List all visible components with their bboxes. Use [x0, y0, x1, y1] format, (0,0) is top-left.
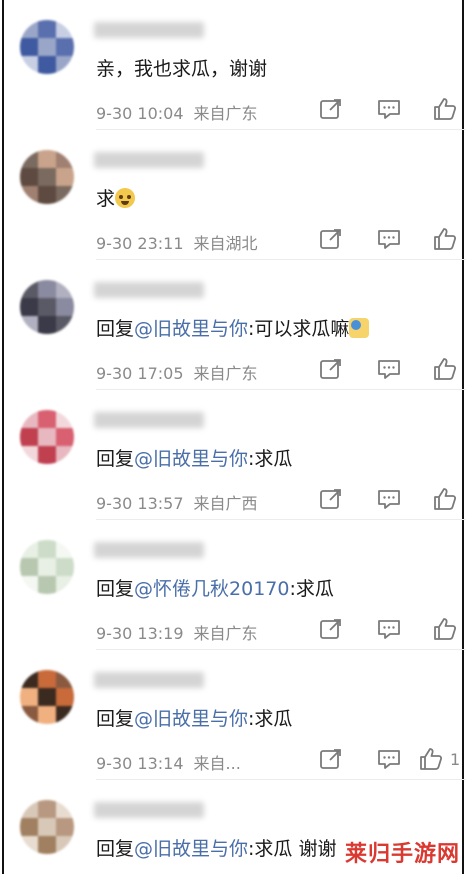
comment-text: 回复@旧故里与你:求瓜	[96, 706, 292, 732]
comment-item: 回复@旧故里与你:求瓜 9-30 13:14 来自... 1	[4, 650, 466, 780]
comment-time: 9-30 23:11	[96, 234, 184, 253]
user-avatar[interactable]	[20, 280, 74, 334]
mention-link[interactable]: @旧故里与你	[134, 838, 248, 860]
mention-link[interactable]: @旧故里与你	[134, 318, 248, 340]
comment-item: 回复@怀倦几秋20170:求瓜 9-30 13:19 来自广东	[4, 520, 466, 650]
user-avatar[interactable]	[20, 410, 74, 464]
comment-suffix: :求瓜	[248, 448, 293, 470]
comment-suffix: :求瓜 谢谢	[248, 838, 337, 860]
comment-meta: 9-30 10:04 来自广东	[96, 100, 258, 124]
like-icon[interactable]	[432, 356, 458, 382]
share-icon[interactable]	[318, 226, 344, 252]
username-blurred[interactable]	[94, 282, 204, 298]
comment-location: 来自广东	[193, 364, 258, 383]
face-emoji-icon	[349, 318, 370, 338]
like-icon[interactable]	[432, 96, 458, 122]
share-icon[interactable]	[318, 616, 344, 642]
comment-icon[interactable]	[376, 616, 402, 642]
comment-prefix: 回复	[96, 448, 135, 470]
comment-time: 9-30 13:57	[96, 494, 184, 513]
user-avatar[interactable]	[20, 540, 74, 594]
comment-icon[interactable]	[376, 226, 402, 252]
comment-location: 来自广东	[193, 624, 258, 643]
comment-prefix: 求	[96, 188, 116, 210]
comment-prefix: 回复	[96, 838, 135, 860]
comment-location: 来自湖北	[193, 234, 258, 253]
comment-text: 回复@旧故里与你:求瓜 谢谢	[96, 836, 336, 862]
comment-suffix: :求瓜	[248, 708, 293, 730]
comment-location: 来自广东	[193, 104, 258, 123]
comment-suffix: :求瓜	[289, 578, 334, 600]
username-blurred[interactable]	[94, 542, 204, 558]
watermark: 莱归手游网	[344, 842, 460, 867]
like-icon[interactable]	[432, 486, 458, 512]
comment-text: 回复@旧故里与你:求瓜	[96, 446, 292, 472]
comment-meta: 9-30 23:11 来自湖北	[96, 230, 258, 254]
comment-prefix: 亲，我也求瓜，谢谢	[96, 58, 268, 80]
comment-location: 来自广西	[193, 494, 258, 513]
comment-suffix: :可以求瓜嘛	[248, 318, 350, 340]
share-icon[interactable]	[318, 356, 344, 382]
comment-list: 亲，我也求瓜，谢谢 9-30 10:04 来自广东 求 9-30 23:11 来自湖…	[2, 0, 466, 874]
user-avatar[interactable]	[20, 800, 74, 854]
comment-time: 9-30 10:04	[96, 104, 184, 123]
mention-link[interactable]: @怀倦几秋20170	[134, 578, 289, 600]
comment-text: 回复@旧故里与你:可以求瓜嘛	[96, 316, 370, 342]
share-icon[interactable]	[318, 96, 344, 122]
comment-location: 来自...	[193, 754, 241, 773]
like-icon[interactable]	[418, 746, 444, 772]
cry-emoji-icon	[115, 188, 136, 208]
user-avatar[interactable]	[20, 20, 74, 74]
user-avatar[interactable]	[20, 670, 74, 724]
like-icon[interactable]	[432, 226, 458, 252]
username-blurred[interactable]	[94, 22, 204, 38]
comment-icon[interactable]	[376, 746, 402, 772]
like-icon[interactable]	[432, 616, 458, 642]
comment-item: 亲，我也求瓜，谢谢 9-30 10:04 来自广东	[4, 0, 466, 130]
username-blurred[interactable]	[94, 412, 204, 428]
username-blurred[interactable]	[94, 802, 204, 818]
like-count: 1	[450, 750, 461, 769]
username-blurred[interactable]	[94, 152, 204, 168]
comment-icon[interactable]	[376, 486, 402, 512]
comment-text: 回复@怀倦几秋20170:求瓜	[96, 576, 334, 602]
comment-time: 9-30 17:05	[96, 364, 184, 383]
comment-meta: 9-30 13:57 来自广西	[96, 490, 258, 514]
comment-prefix: 回复	[96, 318, 135, 340]
comment-item: 求 9-30 23:11 来自湖北	[4, 130, 466, 260]
comment-meta: 9-30 13:19 来自广东	[96, 620, 258, 644]
mention-link[interactable]: @旧故里与你	[134, 448, 248, 470]
comment-item: 回复@旧故里与你:可以求瓜嘛 9-30 17:05 来自广东	[4, 260, 466, 390]
share-icon[interactable]	[318, 486, 344, 512]
comment-meta: 9-30 13:14 来自...	[96, 750, 241, 774]
comment-time: 9-30 13:19	[96, 624, 184, 643]
comment-item: 回复@旧故里与你:求瓜 9-30 13:57 来自广西	[4, 390, 466, 520]
comment-text: 亲，我也求瓜，谢谢	[96, 56, 267, 82]
mention-link[interactable]: @旧故里与你	[134, 708, 248, 730]
comment-time: 9-30 13:14	[96, 754, 184, 773]
share-icon[interactable]	[318, 746, 344, 772]
comment-text: 求	[96, 186, 136, 212]
comment-prefix: 回复	[96, 578, 135, 600]
user-avatar[interactable]	[20, 150, 74, 204]
comment-prefix: 回复	[96, 708, 135, 730]
username-blurred[interactable]	[94, 672, 204, 688]
comment-icon[interactable]	[376, 96, 402, 122]
comment-icon[interactable]	[376, 356, 402, 382]
comment-meta: 9-30 17:05 来自广东	[96, 360, 258, 384]
